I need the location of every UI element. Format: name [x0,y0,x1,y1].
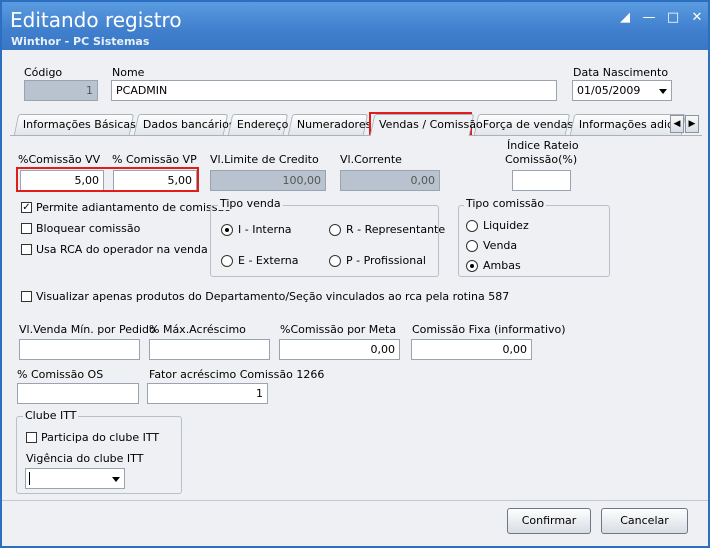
restore-icon[interactable]: ◢ [616,10,634,26]
tipo-venda-profissional-radio[interactable] [329,255,341,267]
tipo-venda-title: Tipo venda [218,197,283,210]
limite-label: Vl.Limite de Credito [210,153,319,166]
rateio-label-1: Índice Rateio [507,139,579,152]
confirmar-button[interactable]: Confirmar [507,508,591,534]
tab-informacoes-adicionais[interactable]: Informações adicio [569,114,687,135]
close-icon[interactable]: ✕ [688,10,706,26]
tab-scroll-right-icon[interactable]: ▶ [685,115,699,133]
rateio-label-2: Comissão(%) [505,153,578,166]
nascimento-value: 01/05/2009 [577,84,641,97]
fator-field[interactable]: 1 [147,383,268,404]
bloquear-label: Bloquear comissão [36,222,141,235]
edit-record-window: Editando registro Winthor - PC Sistemas … [0,0,710,548]
tipo-comissao-ambas-label: Ambas [483,259,521,272]
tipo-comissao-venda-radio[interactable] [466,240,478,252]
tipo-venda-interna-radio[interactable] [221,224,233,236]
comissao-os-label: % Comissão OS [17,368,104,381]
comissao-vv-label: %Comissão VV [18,153,101,166]
nome-field[interactable]: PCADMIN [111,80,557,101]
fator-label: Fator acréscimo Comissão 1266 [149,368,325,381]
vigencia-dropdown[interactable] [25,468,125,489]
comissao-meta-label: %Comissão por Meta [280,323,397,336]
participa-clube-label: Participa do clube ITT [41,431,160,444]
limite-field[interactable]: 100,00 [210,170,326,191]
vl-min-label: Vl.Venda Mín. por Pedido [19,323,156,336]
tipo-venda-interna-label: I - Interna [238,223,292,236]
participa-clube-checkbox[interactable] [26,432,37,443]
clube-itt-title: Clube ITT [23,409,79,422]
usa-rca-checkbox[interactable] [21,244,32,255]
tipo-venda-representante-radio[interactable] [329,224,341,236]
nome-label: Nome [112,66,145,79]
max-acresc-field[interactable] [149,339,270,360]
tipo-comissao-title: Tipo comissão [464,197,547,210]
adiantamento-label: Permite adiantamento de comissão [36,201,231,214]
bloquear-checkbox[interactable] [21,223,32,234]
tab-vendas-comissao[interactable]: Vendas / Comissão [369,114,483,136]
tipo-comissao-liquidez-radio[interactable] [466,220,478,232]
visualizar-checkbox[interactable] [21,291,32,302]
chevron-down-icon[interactable] [659,89,667,94]
tipo-comissao-ambas-radio[interactable] [466,260,478,272]
fator-code: 1266 [296,368,325,381]
title-bar: Editando registro Winthor - PC Sistemas … [2,2,708,50]
window-subtitle: Winthor - PC Sistemas [11,35,150,48]
rateio-field[interactable] [512,170,571,191]
minimize-icon[interactable]: — [640,10,658,26]
tipo-comissao-venda-label: Venda [483,239,518,252]
tab-informacoes-basicas[interactable]: Informações Básicas [13,114,136,135]
tab-divider [10,135,702,136]
nascimento-label: Data Nascimento [573,66,669,79]
comissao-highlight [16,167,199,192]
tab-forca-de-vendas[interactable]: Força de vendas [473,114,573,135]
adiantamento-checkbox[interactable]: ✓ [21,202,32,213]
comissao-vp-label: % Comissão VP [112,153,197,166]
tipo-venda-externa-radio[interactable] [221,255,233,267]
vl-min-field[interactable] [19,339,140,360]
corrente-field[interactable]: 0,00 [340,170,440,191]
tipo-venda-profissional-label: P - Profissional [346,254,426,267]
corrente-label: Vl.Corrente [340,153,402,166]
tab-bar: Informações Básicas Dados bancários Ende… [10,114,687,136]
tipo-comissao-liquidez-label: Liquidez [483,219,529,232]
vigencia-label: Vigência do clube ITT [26,452,144,465]
window-title: Editando registro [10,8,182,32]
comissao-os-field[interactable] [17,383,139,404]
usa-rca-label: Usa RCA do operador na venda [36,243,208,256]
tab-numeradores[interactable]: Numeradores [287,114,371,135]
tipo-comissao-group [458,205,610,277]
tipo-venda-externa-label: E - Externa [238,254,299,267]
codigo-field[interactable]: 1 [24,80,98,101]
maximize-icon[interactable]: □ [664,10,682,26]
tab-scroll-left-icon[interactable]: ◀ [670,115,684,133]
chevron-down-icon[interactable] [112,477,120,482]
visualizar-label: Visualizar apenas produtos do Departamen… [36,290,510,303]
nascimento-field[interactable]: 01/05/2009 [572,80,672,101]
comissao-fixa-field[interactable]: 0,00 [411,339,532,360]
tipo-venda-representante-label: R - Representante [346,223,446,236]
tab-dados-bancarios[interactable]: Dados bancários [133,114,235,135]
cancelar-button[interactable]: Cancelar [601,508,688,534]
comissao-fixa-label: Comissão Fixa (informativo) [412,323,566,336]
comissao-meta-field[interactable]: 0,00 [279,339,400,360]
max-acresc-label: % Máx.Acréscimo [149,323,246,336]
footer-divider [2,500,708,501]
tab-endereco[interactable]: Endereço [227,114,288,135]
text-cursor [29,472,30,485]
codigo-label: Código [24,66,63,79]
